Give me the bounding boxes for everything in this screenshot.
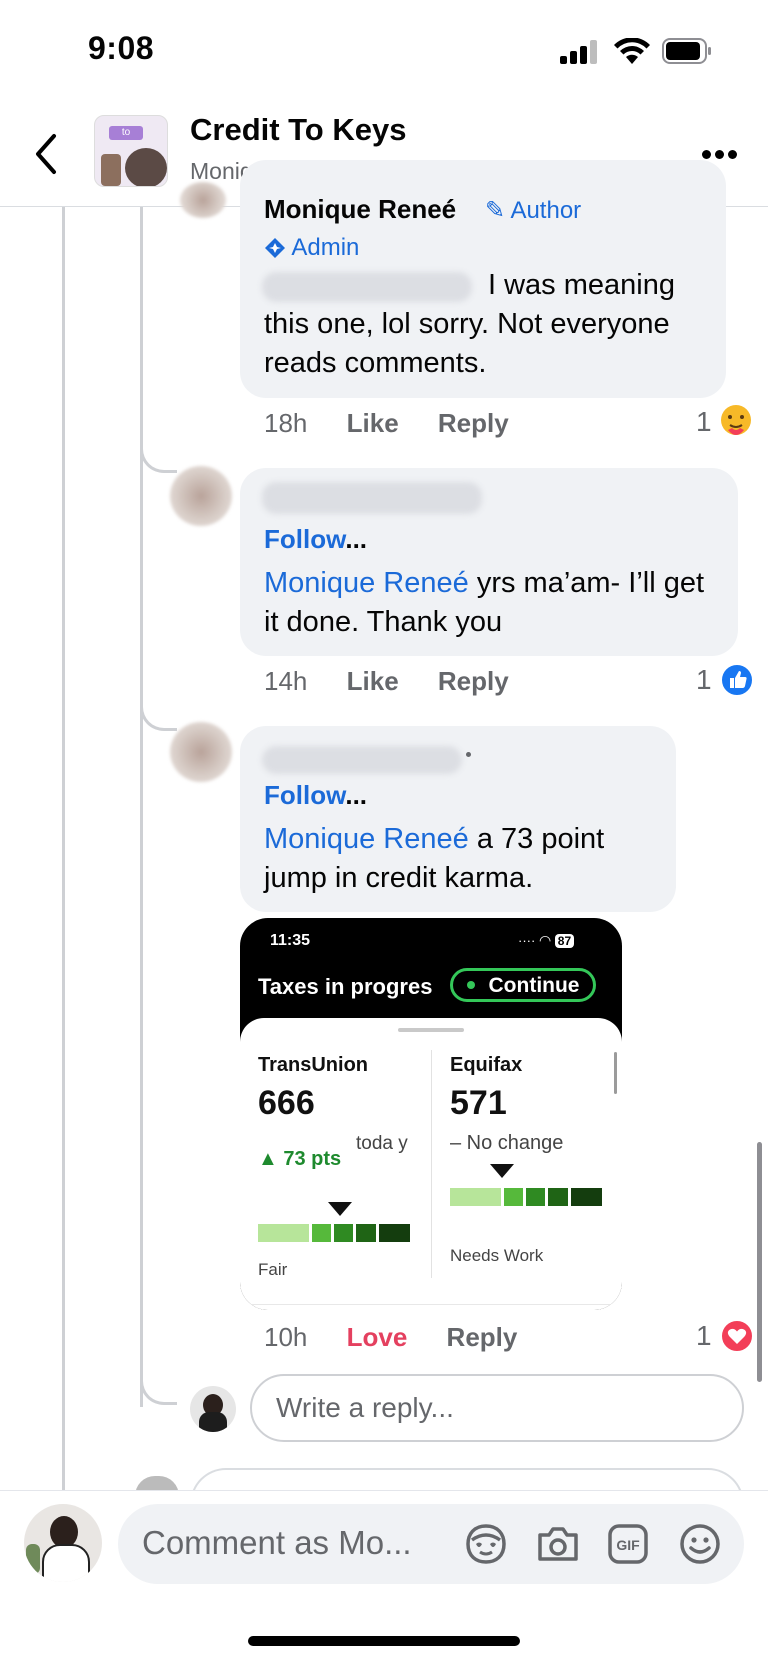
scores-panel: TransUnion 666 ▲ 73 pts toda y Fair Equi…	[240, 1018, 622, 1310]
camera-icon[interactable]	[534, 1520, 582, 1568]
comment-meta: 10h Love Reply	[264, 1322, 517, 1353]
thumb-badge: to	[109, 126, 143, 140]
attachment-clock: 11:35	[270, 932, 311, 949]
back-button[interactable]	[30, 130, 64, 178]
page-scrollbar[interactable]	[757, 1142, 762, 1382]
commenter-avatar[interactable]	[170, 466, 232, 526]
commenter-avatar[interactable]	[180, 182, 226, 218]
redacted-author	[262, 482, 482, 514]
mention-link[interactable]: Monique Reneé	[264, 567, 469, 599]
continue-button: Continue	[450, 968, 596, 1002]
admin-badge: Admin	[264, 234, 359, 262]
battery-icon	[662, 38, 711, 64]
score-range-bar	[258, 1224, 410, 1242]
commenter-avatar[interactable]	[170, 722, 232, 782]
pencil-icon: ✎	[485, 197, 506, 224]
svg-text:GIF: GIF	[616, 1537, 640, 1553]
my-avatar	[190, 1386, 236, 1432]
sheet-handle	[398, 1028, 464, 1032]
admin-shield-icon	[265, 238, 285, 258]
online-dot	[466, 752, 471, 757]
mention-link[interactable]: Monique Reneé	[264, 823, 469, 855]
comment-text: I was meaning this one, lol sorry. Not e…	[264, 269, 675, 379]
credit-score: 666	[258, 1084, 315, 1122]
comment-time[interactable]: 18h	[264, 408, 307, 438]
panel-bottom-line	[240, 1304, 622, 1305]
author-badge: ✎ Author	[485, 197, 582, 224]
reaction-count[interactable]: 1	[696, 1320, 712, 1352]
score-band: Fair	[258, 1260, 288, 1279]
comment-author[interactable]: Monique Reneé	[264, 194, 456, 225]
avatar-sticker-icon[interactable]	[462, 1520, 510, 1568]
comment-placeholder: Comment as Mo...	[142, 1524, 412, 1561]
cell-signal-icon	[560, 40, 600, 64]
comment-meta: 18h Like Reply	[264, 408, 509, 439]
love-reaction-icon	[720, 1319, 754, 1353]
reply-button[interactable]: Reply	[438, 408, 509, 438]
comment-bubble: Monique Reneé ✎ Author Admin I was meani…	[240, 160, 726, 398]
thread-connector	[140, 1372, 177, 1405]
comment-time[interactable]: 10h	[264, 1322, 307, 1352]
group-title[interactable]: Credit To Keys	[190, 112, 406, 148]
reaction-count[interactable]: 1	[696, 406, 712, 438]
reply-placeholder: Write a reply...	[276, 1392, 454, 1423]
group-thumbnail[interactable]: to	[94, 115, 168, 187]
thread-line	[140, 207, 143, 1407]
home-indicator[interactable]	[248, 1636, 520, 1646]
follow-button[interactable]: Follow...	[264, 780, 367, 811]
bureau-name: Equifax	[450, 1054, 523, 1076]
comment-photo-attachment[interactable]: 11:35 ···· ◠ 87 Taxes in progres Continu…	[240, 918, 622, 1310]
score-change-suffix: toda y	[356, 1133, 408, 1154]
score-change: ▲ 73 pts	[258, 1148, 342, 1170]
comment-text: Monique Reneé yrs ma’am- I’ll get it don…	[264, 567, 705, 638]
comment-bubble: Follow... Monique Reneé yrs ma’am- I’ll …	[240, 468, 738, 656]
gif-icon[interactable]: GIF	[604, 1520, 652, 1568]
comment-bubble: Follow... Monique Reneé a 73 point jump …	[240, 726, 676, 912]
redacted-author	[262, 746, 462, 774]
reply-button[interactable]: Reply	[438, 666, 509, 696]
score-band: Needs Work	[450, 1246, 544, 1265]
panel-scrollbar	[614, 1052, 617, 1094]
love-button[interactable]: Love	[347, 1322, 408, 1352]
score-marker	[328, 1202, 352, 1216]
reply-input[interactable]: Write a reply...	[250, 1374, 744, 1442]
reply-button[interactable]: Reply	[447, 1322, 518, 1352]
comment-time[interactable]: 14h	[264, 666, 307, 696]
wifi-icon	[614, 38, 650, 64]
reaction-count[interactable]: 1	[696, 664, 712, 696]
bureau-name: TransUnion	[258, 1054, 369, 1076]
score-marker	[490, 1164, 514, 1178]
attachment-battery: 87	[554, 934, 575, 948]
composer-avatar	[24, 1504, 102, 1582]
score-range-bar	[450, 1188, 602, 1206]
status-time: 9:08	[88, 30, 155, 66]
care-reaction-icon	[721, 405, 751, 435]
comment-meta: 14h Like Reply	[264, 666, 509, 697]
score-change: – No change	[450, 1132, 564, 1154]
attachment-status: ···· ◠ 87	[518, 932, 575, 949]
thread-connector	[140, 698, 177, 731]
like-reaction-icon	[720, 663, 754, 697]
follow-button[interactable]: Follow...	[264, 524, 367, 555]
like-button[interactable]: Like	[347, 666, 399, 696]
thread-connector	[140, 440, 177, 473]
like-button[interactable]: Like	[347, 408, 399, 438]
emoji-icon[interactable]	[676, 1520, 724, 1568]
thread-line	[62, 207, 65, 1492]
credit-score: 571	[450, 1084, 507, 1122]
attachment-title: Taxes in progres	[258, 974, 433, 999]
comment-text: Monique Reneé a 73 point jump in credit …	[264, 823, 605, 894]
panel-divider	[431, 1050, 432, 1278]
